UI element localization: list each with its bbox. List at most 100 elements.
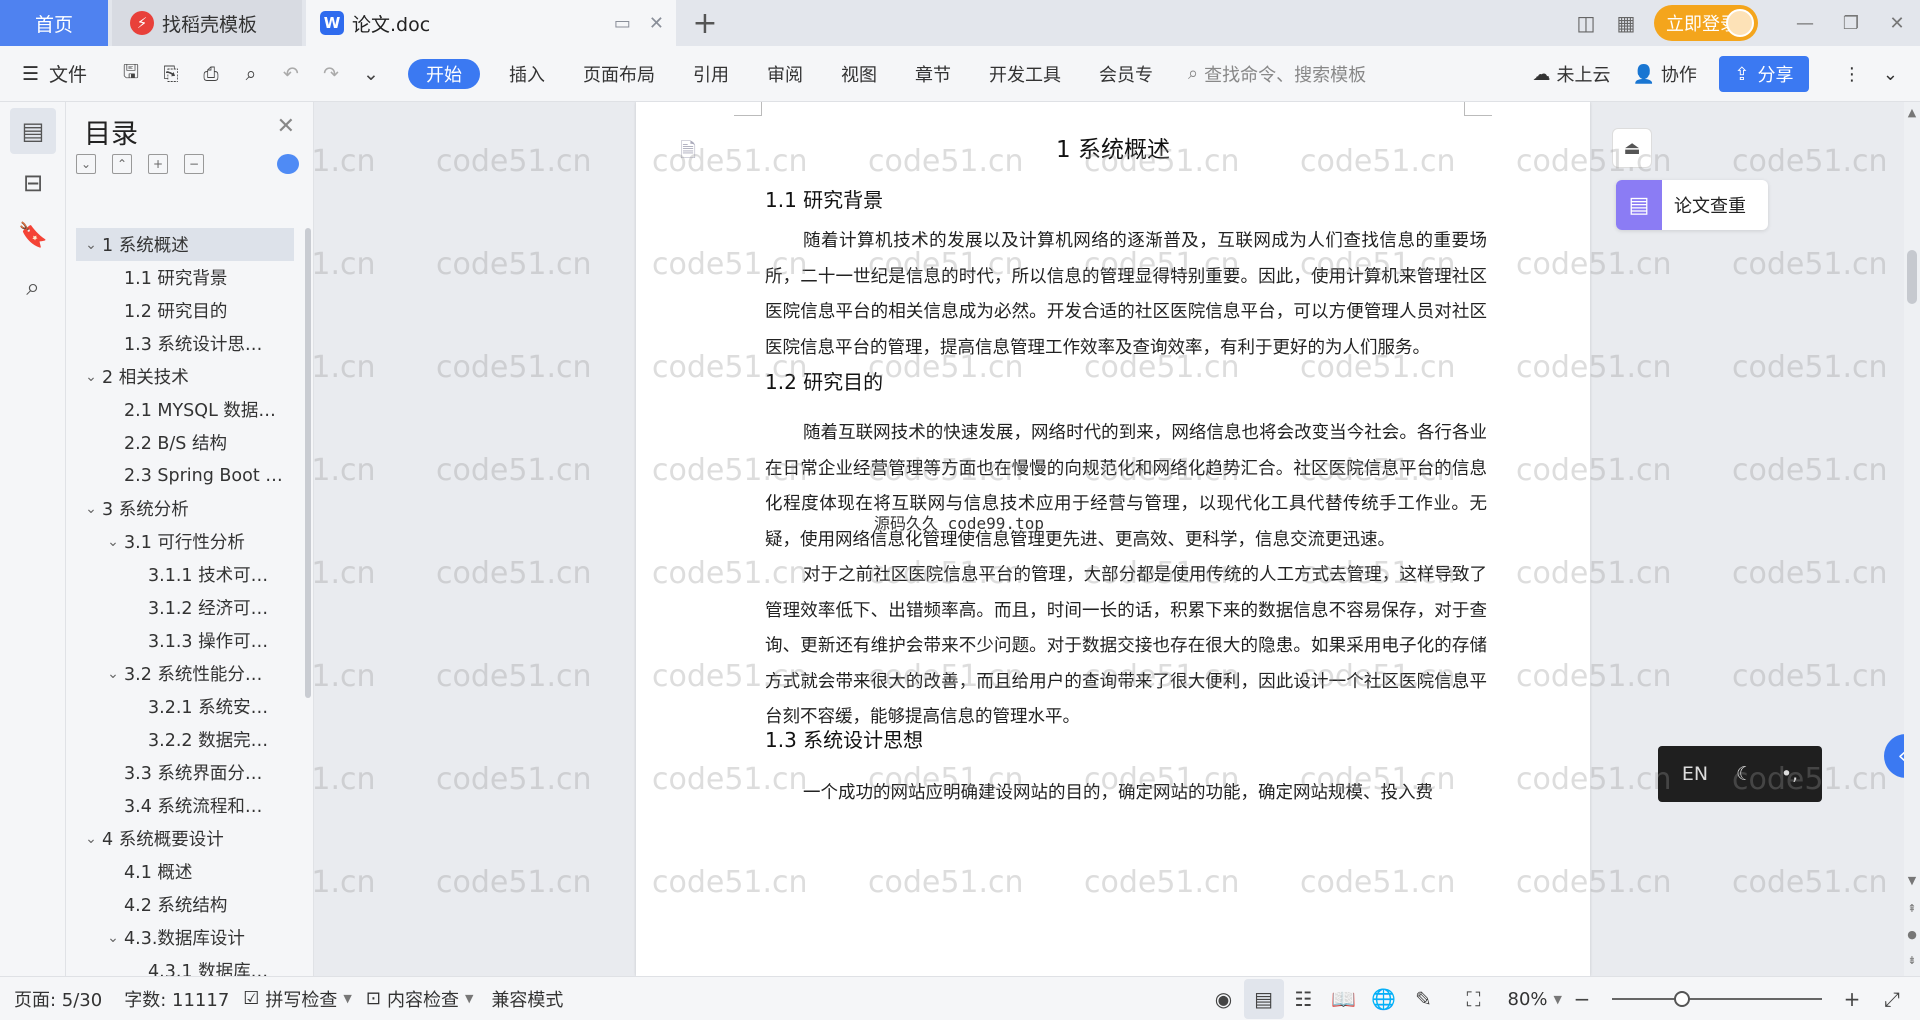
tab-home[interactable]: 首页 [0, 0, 108, 46]
chevron-down-icon[interactable]: ⌄ [102, 534, 124, 550]
redo-icon[interactable]: ↷ [318, 61, 344, 87]
collapse-ribbon-icon[interactable]: ⌄ [1883, 64, 1898, 85]
tab-menu-1[interactable]: 插入 [490, 59, 564, 89]
ime-language[interactable]: EN [1682, 763, 1708, 785]
undo-icon[interactable]: ↶ [278, 61, 304, 87]
moon-icon[interactable]: ☾ [1736, 763, 1753, 785]
remove-heading-icon[interactable]: − [184, 154, 204, 174]
page-up-icon[interactable]: ⇞ [1904, 902, 1920, 915]
more-options-icon[interactable]: ⋮ [1843, 64, 1861, 85]
tab-menu-0[interactable]: 开始 [408, 58, 480, 89]
toc-item[interactable]: ⌄ 2 相关技术 [76, 360, 294, 393]
fit-page-icon[interactable]: ⛶ [1454, 979, 1494, 1019]
toc-panel-icon[interactable]: ▤ [10, 108, 56, 154]
toc-item[interactable]: 1.3 系统设计思… [76, 327, 294, 360]
add-heading-icon[interactable]: + [148, 154, 168, 174]
toc-item[interactable]: 4.3.1 数据库… [76, 954, 294, 976]
toc-item[interactable]: 3.2.2 数据完… [76, 723, 294, 756]
toc-item[interactable]: ⌄ 3.2 系统性能分… [76, 657, 294, 690]
toc-item[interactable]: 2.2 B/S 结构 [76, 426, 294, 459]
toc-item[interactable]: ⌄ 3 系统分析 [76, 492, 294, 525]
web-view-icon[interactable]: 🌐 [1364, 979, 1404, 1019]
zoom-level[interactable]: 80% ▼ [1508, 989, 1562, 1010]
chevron-down-icon[interactable]: ⌄ [80, 237, 102, 253]
tab-menu-4[interactable]: 审阅 [748, 59, 822, 89]
minimize-button[interactable]: — [1782, 0, 1828, 46]
toc-item[interactable]: ⌄ 1 系统概述 [76, 228, 294, 261]
page-down-icon[interactable]: ⇟ [1904, 954, 1920, 967]
outline-icon[interactable]: ⊟ [10, 160, 56, 206]
toc-item[interactable]: ⌄ 3.1 可行性分析 [76, 525, 294, 558]
zoom-in-icon[interactable]: + [1832, 979, 1872, 1019]
toc-item[interactable]: 3.4 系统流程和… [76, 789, 294, 822]
punctuation-icon[interactable]: •, [1781, 763, 1798, 785]
ime-toolbar[interactable]: EN ☾ •, [1658, 746, 1822, 802]
bookmark-icon[interactable]: 🔖 [10, 212, 56, 258]
new-tab-button[interactable]: + [690, 0, 720, 46]
login-button[interactable]: 立即登录 [1654, 5, 1758, 41]
content-check-button[interactable]: ⊡ 内容检查 ▼ [366, 986, 474, 1012]
apps-grid-icon[interactable]: ▦ [1606, 0, 1646, 46]
word-count[interactable]: 字数: 11117 [124, 986, 229, 1012]
document-page[interactable]: 🗎 1 系统概述 1.1 研究背景 随着计算机技术的发展以及计算机网络的逐渐普及… [636, 102, 1590, 976]
scroll-thumb[interactable] [1907, 250, 1917, 304]
chevron-down-icon[interactable]: ⌄ [80, 369, 102, 385]
window-layout-icon[interactable]: ◫ [1566, 0, 1606, 46]
tab-menu-3[interactable]: 引用 [674, 59, 748, 89]
chevron-down-icon[interactable]: ⌄ [102, 666, 124, 682]
tab-menu-6[interactable]: 章节 [896, 59, 970, 89]
toc-item[interactable]: 1.2 研究目的 [76, 294, 294, 327]
chevron-down-icon[interactable]: ⌄ [102, 930, 124, 946]
tab-close-icon[interactable]: ✕ [649, 13, 664, 34]
print-icon[interactable]: ⎙ [198, 61, 224, 87]
scroll-up-icon[interactable]: ▲ [1904, 106, 1920, 119]
share-button[interactable]: ⇪ 分享 [1718, 56, 1809, 92]
quick-access-more-icon[interactable]: ⌄ [358, 61, 384, 87]
eye-protection-icon[interactable]: ◉ [1204, 979, 1244, 1019]
toc-item[interactable]: 3.3 系统界面分… [76, 756, 294, 789]
close-window-button[interactable]: ✕ [1874, 0, 1920, 46]
print-preview-icon[interactable]: ⌕ [238, 61, 264, 87]
spell-check-button[interactable]: ☑ 拼写检查 ▼ [243, 986, 352, 1012]
toc-scrollbar[interactable] [305, 228, 311, 698]
tab-document[interactable]: W 论文.doc ▭ ✕ [306, 0, 676, 46]
command-search[interactable]: ⌕ 查找命令、搜索模板 [1188, 61, 1366, 87]
expand-up-icon[interactable]: ⌃ [112, 154, 132, 174]
page-view-icon[interactable]: ▤ [1243, 979, 1284, 1019]
toc-item[interactable]: 3.1.2 经济可… [76, 591, 294, 624]
cloud-status-button[interactable]: ☁ 未上云 [1532, 61, 1610, 87]
close-icon[interactable]: ✕ [277, 114, 295, 139]
chevron-down-icon[interactable]: ⌄ [80, 501, 102, 517]
toc-item[interactable]: 1.1 研究背景 [76, 261, 294, 294]
tab-menu-7[interactable]: 开发工具 [970, 59, 1080, 89]
toc-item[interactable]: 4.1 概述 [76, 855, 294, 888]
toc-item[interactable]: 4.2 系统结构 [76, 888, 294, 921]
toc-item[interactable]: ⌄ 4 系统概要设计 [76, 822, 294, 855]
toc-item[interactable]: 3.1.3 操作可… [76, 624, 294, 657]
fullscreen-icon[interactable]: ⤢ [1872, 979, 1912, 1019]
select-browse-icon[interactable]: ● [1904, 928, 1920, 941]
toc-item[interactable]: 2.1 MYSQL 数据… [76, 393, 294, 426]
reading-view-icon[interactable]: 📖 [1324, 979, 1364, 1019]
tab-preview-icon[interactable]: ▭ [614, 13, 631, 34]
plagiarism-check-button[interactable]: ▤ 论文查重 [1616, 180, 1768, 230]
chevron-down-icon[interactable]: ⌄ [80, 831, 102, 847]
find-icon[interactable]: ⌕ [10, 264, 56, 310]
zoom-slider[interactable] [1612, 989, 1822, 1009]
toc-item[interactable]: ⌄ 4.3.数据库设计 [76, 921, 294, 954]
document-scrollbar[interactable]: ▲ ▼ ⇞ ● ⇟ [1904, 102, 1920, 976]
collapse-panel-icon[interactable]: ⏏ [1612, 128, 1652, 168]
toc-item[interactable]: 3.2.1 系统安… [76, 690, 294, 723]
tab-menu-5[interactable]: 视图 [822, 59, 896, 89]
zoom-knob[interactable] [1674, 991, 1691, 1007]
write-mode-icon[interactable]: ✎ [1404, 979, 1444, 1019]
tab-menu-2[interactable]: 页面布局 [564, 59, 674, 89]
outline-view-icon[interactable]: ☷ [1284, 979, 1324, 1019]
restore-button[interactable]: ❐ [1828, 0, 1874, 46]
collapse-all-icon[interactable]: ⌄ [76, 154, 96, 174]
toc-item[interactable]: 2.3 Spring Boot … [76, 459, 294, 492]
collaborate-button[interactable]: 👤 协作 [1632, 61, 1696, 87]
scroll-down-icon[interactable]: ▼ [1904, 874, 1920, 887]
page-indicator[interactable]: 页面: 5/30 [14, 986, 102, 1012]
file-menu[interactable]: ☰ 文件 [0, 60, 112, 87]
